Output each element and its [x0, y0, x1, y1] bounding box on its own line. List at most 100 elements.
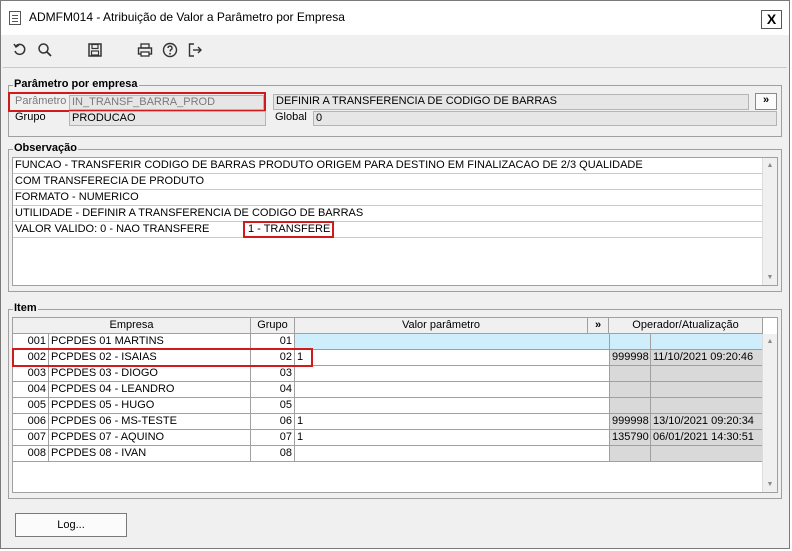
empresa-name-cell: PCPDES 05 - HUGO: [49, 398, 251, 414]
scroll-down-icon[interactable]: ▼: [763, 477, 777, 492]
grupo-cell: 06: [251, 414, 295, 430]
atualizacao-cell: [651, 398, 763, 414]
table-row[interactable]: 002 PCPDES 02 - ISAIAS 02 1 999998 11/10/2021…: [13, 350, 773, 366]
parametro-label: Parâmetro: [15, 95, 67, 107]
valor-column-header[interactable]: Valor parâmetro: [295, 318, 588, 334]
atualizacao-cell: 11/10/2021 09:20:46: [651, 350, 763, 366]
global-label: Global: [275, 111, 307, 123]
descricao-field[interactable]: DEFINIR A TRANSFERENCIA DE CODIGO DE BAR…: [273, 94, 749, 110]
log-button[interactable]: Log...: [15, 513, 127, 537]
item-grid: Empresa Grupo Valor parâmetro » Operador…: [12, 317, 778, 493]
operador-cell: [610, 446, 651, 462]
toolbar: [1, 35, 789, 67]
operador-cell: [610, 382, 651, 398]
atualizacao-cell: [651, 382, 763, 398]
empresa-code-cell: 008: [13, 446, 49, 462]
transfere-text: 1 - TRANSFERE: [248, 223, 331, 235]
help-icon[interactable]: [160, 39, 180, 61]
search-icon[interactable]: [35, 39, 55, 61]
scroll-down-icon[interactable]: ▼: [763, 270, 777, 285]
atualizacao-cell: 13/10/2021 09:20:34: [651, 414, 763, 430]
grupo-cell: 01: [251, 334, 295, 350]
grupo-cell: 03: [251, 366, 295, 382]
valor-cell[interactable]: 1: [295, 430, 610, 446]
save-icon[interactable]: [85, 39, 105, 61]
empresa-code-cell: 004: [13, 382, 49, 398]
print-icon[interactable]: [135, 39, 155, 61]
observacao-memo[interactable]: FUNCAO - TRANSFERIR CODIGO DE BARRAS PRO…: [12, 157, 778, 286]
valor-cell[interactable]: [295, 382, 610, 398]
document-icon: [9, 11, 21, 25]
valor-expand-button[interactable]: »: [588, 318, 609, 334]
atualizacao-cell: [651, 446, 763, 462]
operador-cell: 135790: [610, 430, 651, 446]
empresa-name-cell: PCPDES 06 - MS-TESTE: [49, 414, 251, 430]
window-title: ADMFM014 - Atribuição de Valor a Parâmet…: [29, 10, 345, 24]
table-row[interactable]: 001 PCPDES 01 MARTINS 01: [13, 334, 773, 350]
observacao-line: FORMATO - NUMERICO: [13, 190, 763, 206]
table-row[interactable]: 004 PCPDES 04 - LEANDRO 04: [13, 382, 773, 398]
grupo-cell: 02: [251, 350, 295, 366]
grupo-cell: 04: [251, 382, 295, 398]
grupo-cell: 05: [251, 398, 295, 414]
exit-icon[interactable]: [185, 39, 205, 61]
global-field[interactable]: 0: [313, 111, 777, 126]
empresa-name-cell: PCPDES 01 MARTINS: [49, 334, 251, 350]
item-scrollbar[interactable]: ▲ ▼: [762, 334, 777, 492]
operador-cell: 999998: [610, 350, 651, 366]
operador-cell: [610, 334, 651, 350]
observacao-line: COM TRANSFERECIA DE PRODUTO: [13, 174, 763, 190]
empresa-code-cell: 003: [13, 366, 49, 382]
valor-cell[interactable]: 1: [295, 414, 610, 430]
parametro-section-title: Parâmetro por empresa: [13, 78, 139, 90]
empresa-code-cell: 002: [13, 350, 49, 366]
scroll-up-icon[interactable]: ▲: [763, 334, 777, 349]
item-section-title: Item: [13, 302, 38, 314]
main-window: ADMFM014 - Atribuição de Valor a Parâmet…: [0, 0, 790, 549]
observacao-line: FUNCAO - TRANSFERIR CODIGO DE BARRAS PRO…: [13, 158, 763, 174]
atualizacao-cell: [651, 366, 763, 382]
valor-cell[interactable]: [295, 366, 610, 382]
parametro-field[interactable]: IN_TRANSF_BARRA_PROD: [69, 95, 264, 110]
close-button[interactable]: X: [761, 10, 782, 29]
empresa-name-cell: PCPDES 02 - ISAIAS: [49, 350, 251, 366]
title-bar: ADMFM014 - Atribuição de Valor a Parâmet…: [1, 1, 789, 36]
grupo-column-header[interactable]: Grupo: [251, 318, 295, 334]
valor-cell[interactable]: [295, 398, 610, 414]
table-row[interactable]: 008 PCPDES 08 - IVAN 08: [13, 446, 773, 462]
observacao-line: VALOR VALIDO: 0 - NAO TRANSFERE 1 - TRAN…: [13, 222, 763, 238]
table-row[interactable]: 003 PCPDES 03 - DIOGO 03: [13, 366, 773, 382]
empresa-column-header[interactable]: Empresa: [13, 318, 251, 334]
operador-cell: 999998: [610, 414, 651, 430]
empresa-name-cell: PCPDES 03 - DIOGO: [49, 366, 251, 382]
toolbar-divider: [3, 67, 787, 68]
grupo-cell: 08: [251, 446, 295, 462]
operador-cell: [610, 398, 651, 414]
empresa-name-cell: PCPDES 04 - LEANDRO: [49, 382, 251, 398]
atualizacao-cell: [651, 334, 763, 350]
atualizacao-cell: 06/01/2021 14:30:51: [651, 430, 763, 446]
grupo-cell: 07: [251, 430, 295, 446]
operador-column-header[interactable]: Operador/Atualização: [609, 318, 763, 334]
valor-valido-text: VALOR VALIDO: 0 - NAO TRANSFERE: [15, 223, 210, 235]
empresa-name-cell: PCPDES 07 - AQUINO: [49, 430, 251, 446]
observacao-scrollbar[interactable]: ▲ ▼: [762, 158, 777, 285]
table-row[interactable]: 007 PCPDES 07 - AQUINO 07 1 135790 06/01/2021…: [13, 430, 773, 446]
observacao-section-title: Observação: [13, 142, 78, 154]
operador-cell: [610, 366, 651, 382]
parametro-expand-button[interactable]: »: [755, 93, 777, 110]
undo-icon[interactable]: [10, 39, 30, 61]
valor-cell[interactable]: [295, 446, 610, 462]
grupo-label: Grupo: [15, 111, 46, 123]
scroll-up-icon[interactable]: ▲: [763, 158, 777, 173]
empresa-code-cell: 007: [13, 430, 49, 446]
table-row[interactable]: 005 PCPDES 05 - HUGO 05: [13, 398, 773, 414]
valor-cell[interactable]: [295, 334, 610, 350]
table-row[interactable]: 006 PCPDES 06 - MS-TESTE 06 1 999998 13/10/20…: [13, 414, 773, 430]
empresa-code-cell: 006: [13, 414, 49, 430]
valor-cell[interactable]: 1: [295, 350, 610, 366]
empresa-code-cell: 005: [13, 398, 49, 414]
empresa-name-cell: PCPDES 08 - IVAN: [49, 446, 251, 462]
observacao-line: UTILIDADE - DEFINIR A TRANSFERENCIA DE C…: [13, 206, 763, 222]
grupo-field[interactable]: PRODUCAO: [69, 111, 266, 126]
